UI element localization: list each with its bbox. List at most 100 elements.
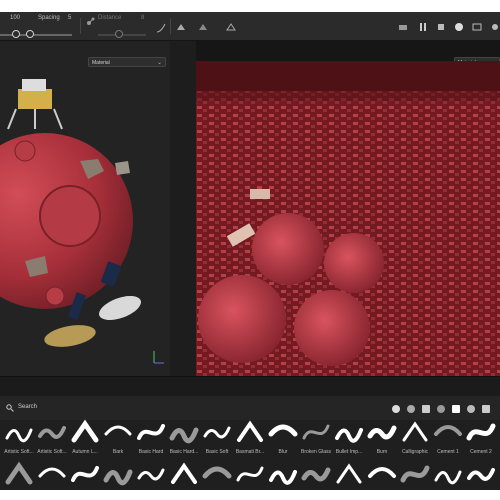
app-window: 100 Spacing 5 Distance 8 Material ⌄ Sear… xyxy=(0,12,500,490)
brush-label: Cement 1 xyxy=(437,449,459,455)
brush-thumbnail xyxy=(402,421,428,442)
size-value: 100 xyxy=(10,15,21,21)
brush-thumbnail xyxy=(5,428,33,443)
brush-thumbnail xyxy=(467,468,495,481)
spacing-slider[interactable] xyxy=(36,34,72,36)
brush-grid-row-2 xyxy=(0,460,500,490)
brush-thumbnail xyxy=(137,424,165,440)
lunar-lander xyxy=(7,79,63,130)
planet-crater-2 xyxy=(14,140,36,162)
uv-texture-view[interactable] xyxy=(196,41,500,376)
brush-library-search-bar: Search xyxy=(0,396,500,420)
uv-island-panel-2 xyxy=(250,189,270,199)
brush-thumbnail xyxy=(169,427,199,444)
uv-island-sphere-2 xyxy=(324,233,384,293)
category-smart-materials-icon[interactable] xyxy=(407,405,415,413)
brush-label: Bark xyxy=(112,449,124,455)
brush-thumbnail xyxy=(103,469,133,486)
planet-crater xyxy=(39,185,101,247)
brush-label: Cement 2 xyxy=(470,449,492,455)
brush-thumbnail xyxy=(104,425,132,436)
brush-label: Basmati Br... xyxy=(235,449,265,455)
search-icon xyxy=(6,404,14,412)
brush-thumbnail xyxy=(434,470,462,485)
brush-label: Basic Soft xyxy=(205,449,229,455)
brush-thumbnail xyxy=(202,466,232,479)
brush-thumbnail xyxy=(5,461,33,485)
size-slider[interactable] xyxy=(0,34,40,36)
brush-thumbnail xyxy=(466,423,496,441)
sphere-icon[interactable] xyxy=(454,22,464,32)
pause-icon[interactable] xyxy=(418,22,428,32)
symmetry-icon[interactable] xyxy=(176,22,186,32)
viewport-2d[interactable]: Material xyxy=(196,41,500,376)
brush-label: Artistic Soft... xyxy=(4,449,34,455)
planet-model[interactable] xyxy=(0,41,170,376)
brush-thumbnail xyxy=(171,462,197,484)
category-brushes-icon[interactable] xyxy=(452,405,460,413)
brush-label: Artistic Soft... xyxy=(37,449,67,455)
axis-gizmo-icon xyxy=(153,351,164,364)
spacing-label: Spacing xyxy=(38,15,60,21)
rock-2 xyxy=(115,161,130,175)
brush-thumbnail xyxy=(71,466,99,482)
lazy-mouse-icon[interactable] xyxy=(86,16,96,26)
brush-label: Autumn L... xyxy=(72,449,98,455)
category-decals-icon[interactable] xyxy=(437,405,445,413)
uv-island-sphere-3 xyxy=(198,275,286,363)
brush-thumbnail xyxy=(137,468,165,481)
brush-thumbnail xyxy=(203,426,231,439)
uv-island-sphere-4 xyxy=(294,290,370,366)
texture-far-field xyxy=(196,61,500,101)
brush-thumbnail xyxy=(268,424,298,437)
cube-icon[interactable] xyxy=(436,22,446,32)
pressure-curve-icon[interactable] xyxy=(156,23,166,33)
distance-slider-knob[interactable] xyxy=(115,30,123,38)
brush-thumbnail xyxy=(269,470,297,485)
category-textures-icon[interactable] xyxy=(422,405,430,413)
triangle-mirror-icon[interactable] xyxy=(198,22,208,32)
brush-label: Burn xyxy=(376,449,388,455)
category-materials-icon[interactable] xyxy=(392,405,400,413)
camera-icon[interactable] xyxy=(398,22,408,32)
toolbar-divider xyxy=(80,18,81,34)
brush-thumbnail xyxy=(71,419,99,443)
brush-thumbnail xyxy=(301,467,331,482)
brush-thumbnail xyxy=(302,424,330,440)
uv-island-sphere xyxy=(252,213,324,285)
brush-label: Bullet Imp... xyxy=(335,449,363,455)
brush-thumbnail xyxy=(335,428,363,443)
brush-thumbnail xyxy=(38,467,66,478)
brush-thumbnail xyxy=(38,426,66,439)
brush-grid-row: Artistic Soft... Artistic Soft... Autumn L… xyxy=(0,418,500,458)
brush-thumbnail xyxy=(434,425,462,436)
brush-thumbnail xyxy=(336,463,362,484)
mirror-icon[interactable] xyxy=(226,22,236,32)
brush-label: Broken Glass xyxy=(300,449,331,455)
size-slider-knob-2[interactable] xyxy=(26,30,34,38)
category-grid-icon[interactable] xyxy=(482,405,490,413)
render-mode-icon[interactable] xyxy=(472,22,482,32)
brush-label: Basic Hard xyxy=(138,449,164,455)
size-slider-knob[interactable] xyxy=(12,30,20,38)
search-input[interactable]: Search xyxy=(18,404,37,410)
brush-thumbnail xyxy=(237,420,263,442)
toolbar-divider-2 xyxy=(170,18,171,34)
distance-label: Distance xyxy=(98,15,122,21)
category-stencils-icon[interactable] xyxy=(467,405,475,413)
brush-label: Calligraphic xyxy=(401,449,429,455)
brush-label: Basic Hard... xyxy=(169,449,199,455)
viewport-3d[interactable]: Material ⌄ xyxy=(0,41,170,376)
settings-icon[interactable] xyxy=(490,22,500,32)
planet-crater-3 xyxy=(45,286,65,306)
brush-thumbnail xyxy=(400,465,430,483)
distance-value: 8 xyxy=(141,15,145,21)
brush-label: Blur xyxy=(278,449,288,455)
brush-thumbnail xyxy=(368,467,396,478)
viewport-divider[interactable] xyxy=(170,41,196,376)
top-toolbar: 100 Spacing 5 Distance 8 xyxy=(0,12,500,41)
spacing-value: 5 xyxy=(68,15,72,21)
brush-thumbnail xyxy=(236,466,264,482)
panel-header-strip xyxy=(0,376,500,397)
brush-thumbnail xyxy=(367,425,397,440)
